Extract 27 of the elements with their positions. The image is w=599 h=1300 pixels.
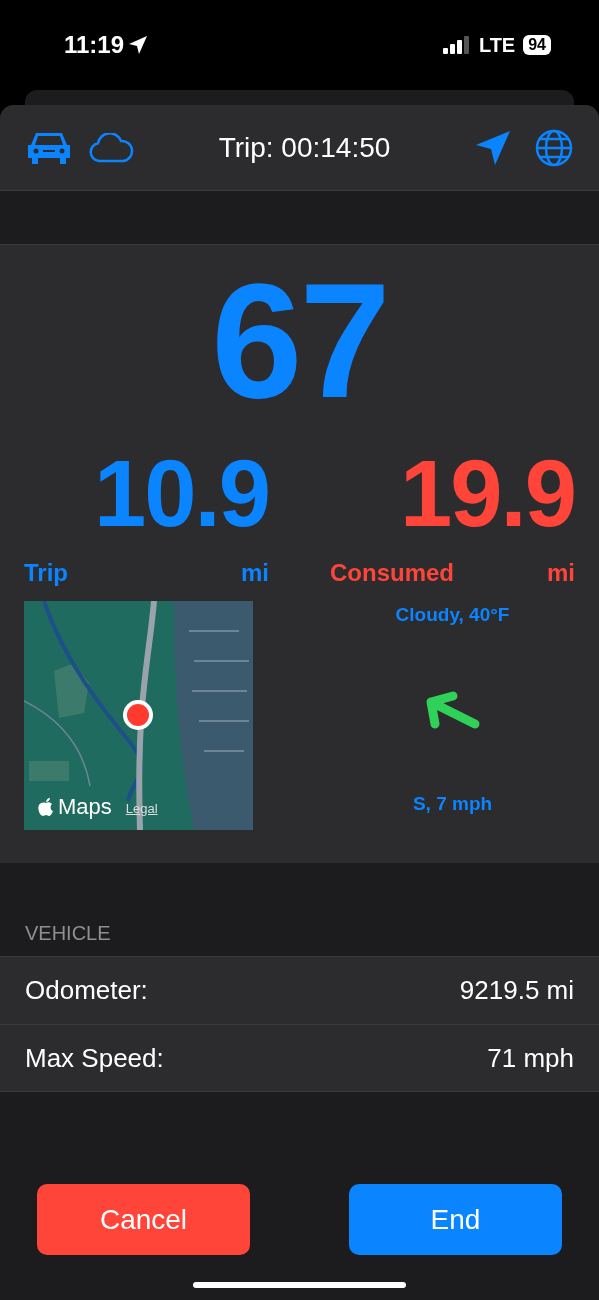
distance-value: 10.9 [94, 441, 269, 546]
clock-time: 11:19 [64, 30, 125, 60]
section-header: VEHICLE [24, 921, 112, 946]
distance-label: Trip [24, 558, 68, 588]
wind-speed: S, 7 mph [412, 791, 493, 816]
globe-icon[interactable] [535, 128, 573, 167]
apple-logo-icon [38, 797, 54, 817]
weather-condition: Cloudy, 40°F [395, 603, 510, 627]
location-arrow-icon[interactable] [475, 129, 511, 166]
row-value: 71 mph [487, 1041, 574, 1075]
cloud-icon[interactable] [88, 132, 134, 163]
map-brand-label: Maps [58, 796, 112, 818]
row-value: 9219.5 mi [459, 974, 574, 1007]
row-label: Odometer: [25, 974, 148, 1007]
signal-icon [442, 36, 471, 54]
distance-value: 19.9 [400, 441, 575, 546]
trip-timer-title: Trip: 00:14:50 [218, 130, 391, 165]
unit-label: mi [547, 558, 575, 588]
location-arrow-icon [128, 35, 149, 55]
unit-label: mi [241, 558, 269, 588]
cancel-button[interactable]: Cancel [37, 1184, 250, 1255]
row-label: Max Speed: [25, 1041, 164, 1075]
battery-level: 94 [523, 35, 551, 55]
speed-value: 67 [211, 248, 388, 423]
network-type: LTE [478, 33, 516, 58]
end-button[interactable]: End [349, 1184, 562, 1255]
distance-label: Consumed [330, 558, 454, 588]
